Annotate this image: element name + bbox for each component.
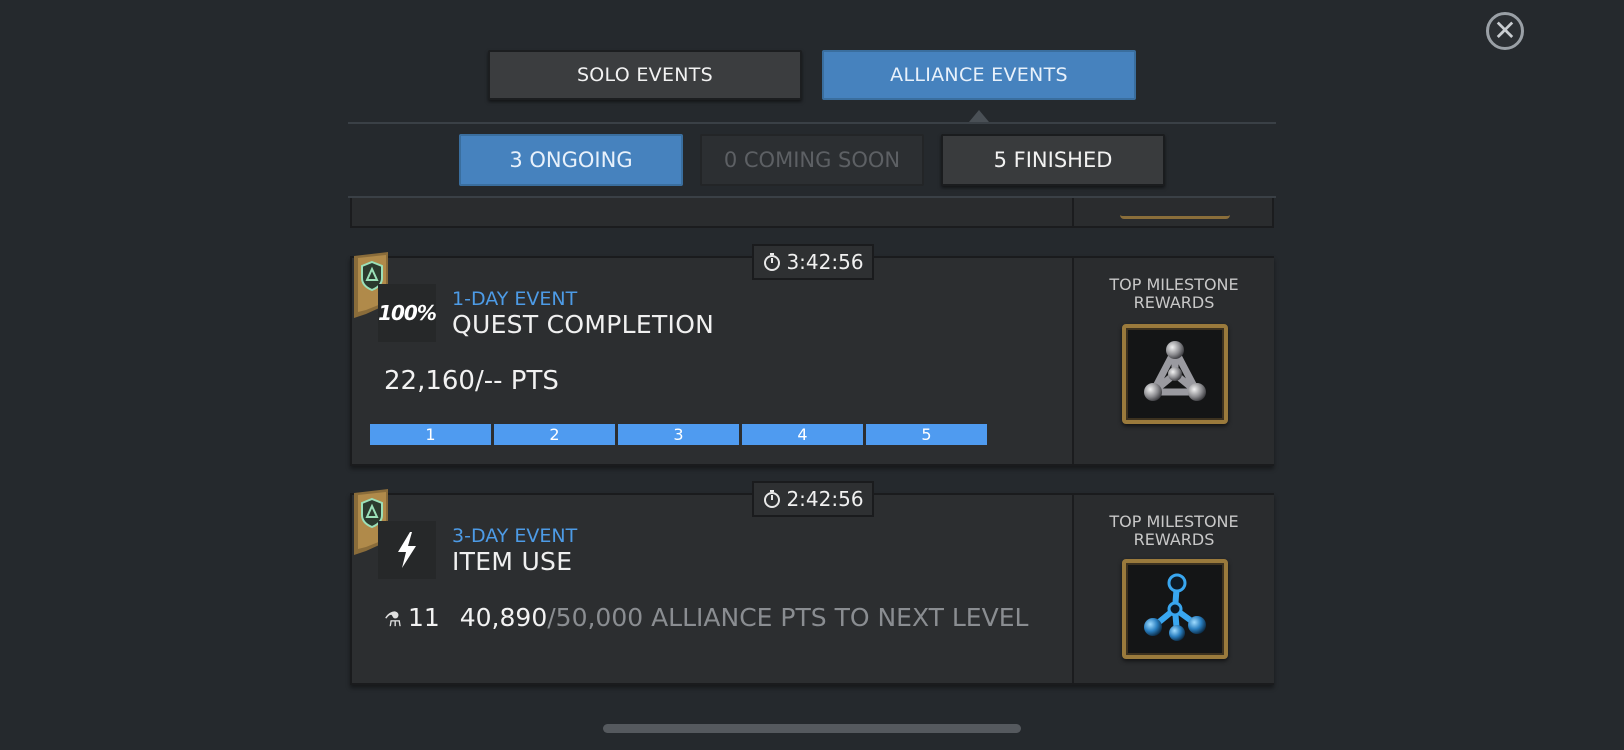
- subtab-coming-soon[interactable]: 0 COMING SOON: [700, 134, 924, 186]
- home-indicator-bar: [603, 724, 1021, 733]
- reward-label: TOP MILESTONE REWARDS: [1109, 512, 1239, 549]
- stopwatch-icon: [764, 490, 781, 508]
- stopwatch-icon: [764, 253, 781, 271]
- event-name: QUEST COMPLETION: [452, 310, 715, 339]
- event-card-item-use[interactable]: 2:42:56 3-DAY EVENT ITEM USE ⚗ 11 40,890…: [350, 481, 1274, 685]
- reward-panel: TOP MILESTONE REWARDS: [1072, 495, 1274, 683]
- points-value: 22,160: [384, 366, 475, 396]
- reward-label: TOP MILESTONE REWARDS: [1109, 275, 1239, 312]
- event-name: ITEM USE: [452, 547, 573, 576]
- card-divider: [1072, 198, 1074, 226]
- reward-panel: TOP MILESTONE REWARDS: [1072, 258, 1274, 464]
- tab-alliance-events[interactable]: ALLIANCE EVENTS: [822, 50, 1136, 100]
- item-use-icon: [378, 521, 436, 579]
- alliance-points-current: 40,890: [459, 603, 548, 632]
- active-tab-pointer: [969, 110, 989, 122]
- icon-percent-text: 100%: [378, 301, 437, 325]
- quest-completion-icon: 100%: [378, 284, 437, 342]
- milestone-segment: 5: [866, 424, 987, 445]
- event-timer: 2:42:56: [752, 481, 874, 517]
- event-timer: 3:42:56: [752, 244, 874, 280]
- milestone-segment: 1: [370, 424, 491, 445]
- lightning-icon: [398, 532, 416, 568]
- points-display: 22,160/-- PTS: [384, 366, 559, 396]
- milestone-segment: 4: [742, 424, 863, 445]
- timer-text: 3:42:56: [786, 250, 864, 274]
- event-card-previous[interactable]: [350, 198, 1274, 228]
- close-button[interactable]: ✕: [1486, 12, 1524, 50]
- milestone-segment: 2: [494, 424, 615, 445]
- reward-item-button[interactable]: [1122, 559, 1228, 659]
- event-type: 3-DAY EVENT: [452, 525, 578, 547]
- alliance-level: 11: [407, 603, 440, 632]
- milestone-segment: 3: [618, 424, 739, 445]
- alliance-progress: ⚗ 11 40,890 /50,000 ALLIANCE PTS TO NEXT…: [384, 603, 1028, 632]
- timer-text: 2:42:56: [786, 487, 864, 511]
- event-card-quest-completion[interactable]: 3:42:56 100% 1-DAY EVENT QUEST COMPLETIO…: [350, 244, 1274, 466]
- blue-catalyst-icon: [1144, 573, 1206, 641]
- level-flask-icon: ⚗: [384, 607, 402, 631]
- event-type: 1-DAY EVENT: [452, 288, 578, 310]
- reward-frame-edge: [1120, 208, 1230, 219]
- silver-catalyst-icon: [1144, 341, 1206, 401]
- milestone-bar: 1 2 3 4 5: [370, 424, 987, 445]
- close-icon: ✕: [1493, 14, 1517, 47]
- subtab-finished[interactable]: 5 FINISHED: [941, 134, 1165, 186]
- points-target: /-- PTS: [474, 366, 559, 396]
- divider-top: [348, 122, 1276, 124]
- tab-solo-events[interactable]: SOLO EVENTS: [488, 50, 802, 100]
- alliance-points-target: /50,000 ALLIANCE PTS TO NEXT LEVEL: [547, 603, 1029, 632]
- reward-item-button[interactable]: [1122, 324, 1228, 424]
- subtab-ongoing[interactable]: 3 ONGOING: [459, 134, 683, 186]
